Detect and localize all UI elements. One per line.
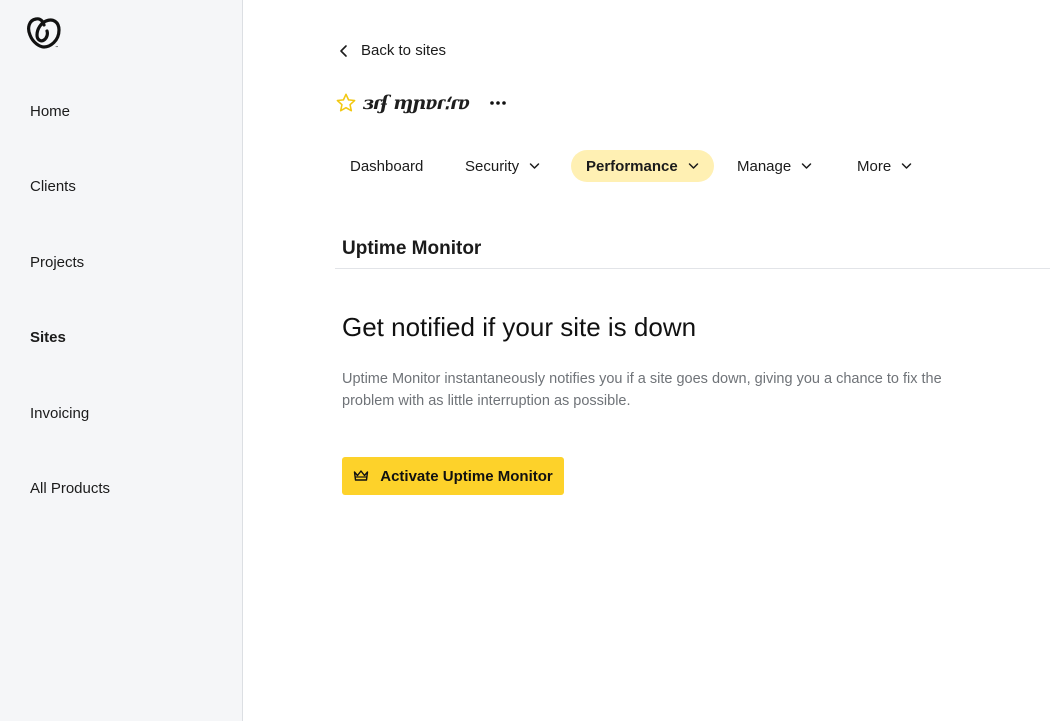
chevron-down-icon — [688, 163, 698, 169]
tab-label: Manage — [737, 157, 792, 175]
promo-headline: Get notified if your site is down — [342, 312, 697, 342]
tab-more[interactable]: More — [843, 150, 926, 182]
section-title: Uptime Monitor — [342, 238, 482, 259]
tab-label: Security — [465, 157, 520, 175]
sidebar-item-clients[interactable]: Clients — [30, 178, 76, 196]
sidebar: ™ Home Clients Projects Sites Invoicing … — [0, 0, 243, 721]
divider — [335, 268, 1050, 269]
site-name: ɜɾʄ ɱɲɐɾ؛ɾɐ — [363, 92, 470, 114]
star-icon[interactable] — [335, 92, 357, 114]
sidebar-item-home[interactable]: Home — [30, 103, 70, 121]
site-header: ɜɾʄ ɱɲɐɾ؛ɾɐ — [335, 92, 507, 114]
tab-security[interactable]: Security — [451, 150, 554, 182]
activate-uptime-monitor-button[interactable]: Activate Uptime Monitor — [342, 457, 564, 495]
back-to-sites-link[interactable]: Back to sites — [339, 42, 446, 59]
promo-description: Uptime Monitor instantaneously notifies … — [342, 371, 942, 409]
sidebar-item-sites[interactable]: Sites — [30, 329, 66, 347]
godaddy-logo-icon[interactable]: ™ — [26, 16, 62, 50]
app-window: ™ Home Clients Projects Sites Invoicing … — [0, 0, 1050, 721]
button-label: Activate Uptime Monitor — [380, 467, 553, 485]
chevron-down-icon — [529, 163, 540, 169]
sidebar-item-invoicing[interactable]: Invoicing — [30, 405, 89, 423]
tab-label: Dashboard — [350, 157, 424, 175]
chevron-left-icon — [340, 44, 347, 57]
tab-dashboard[interactable]: Dashboard — [335, 150, 438, 182]
tab-manage[interactable]: Manage — [723, 150, 826, 182]
sidebar-item-projects[interactable]: Projects — [30, 254, 84, 272]
tab-label: Performance — [586, 157, 678, 175]
chevron-down-icon — [901, 163, 912, 169]
crown-icon — [354, 470, 369, 481]
sidebar-item-all-products[interactable]: All Products — [30, 480, 110, 498]
back-link-label: Back to sites — [361, 42, 447, 59]
chevron-down-icon — [801, 163, 812, 169]
main-content: Back to sites ɜɾʄ ɱɲɐɾ؛ɾɐ Dashboard Secu… — [243, 0, 1050, 721]
tab-performance[interactable]: Performance — [571, 150, 714, 182]
svg-text:™: ™ — [55, 45, 59, 50]
more-dots-icon[interactable] — [489, 94, 507, 112]
tab-label: More — [857, 157, 892, 175]
